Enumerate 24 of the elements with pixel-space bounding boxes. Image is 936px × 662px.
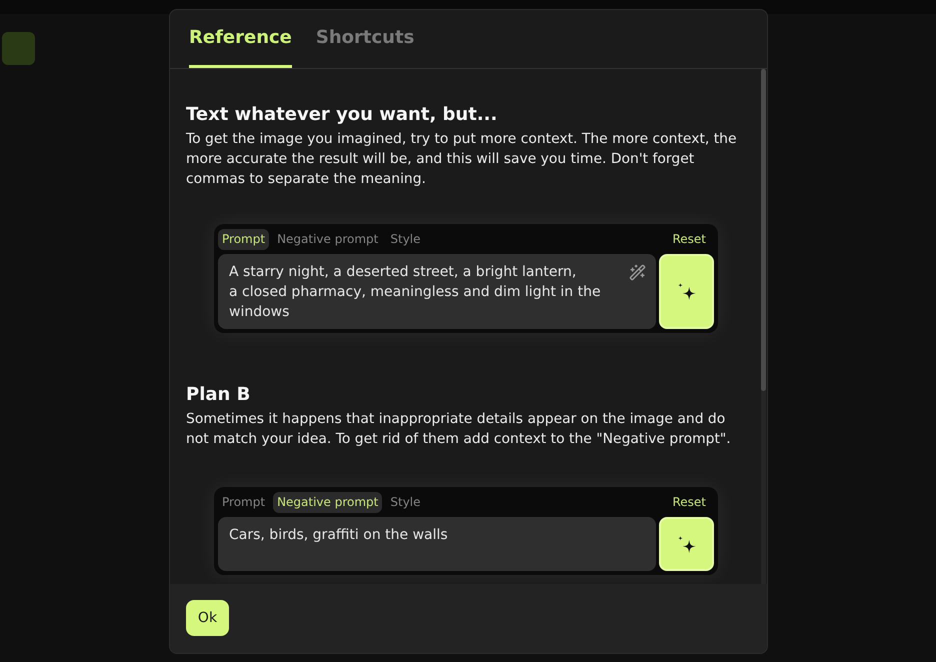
section-heading: Plan B bbox=[186, 383, 250, 407]
generate-button[interactable] bbox=[659, 254, 714, 329]
section-text: Sometimes it happens that inappropriate details appear on the image and do not match your idea. To get rid of them add context to the "Negative prompt". bbox=[186, 410, 732, 449]
ok-button[interactable]: Ok bbox=[186, 600, 229, 636]
dialog-tab[interactable]: Shortcuts bbox=[316, 19, 414, 68]
prompt-tab[interactable]: Prompt bbox=[218, 228, 270, 250]
scrollbar-thumb[interactable] bbox=[761, 69, 766, 391]
prompt-tab[interactable]: Style bbox=[386, 228, 425, 250]
sparkle-icon bbox=[678, 536, 696, 552]
reset-button[interactable]: Reset bbox=[672, 230, 706, 248]
prompt-tab[interactable]: Negative prompt bbox=[273, 228, 382, 250]
prompt-field[interactable]: Cars, birds, graffiti on the walls bbox=[218, 517, 656, 571]
prompt-tab[interactable]: Style bbox=[386, 492, 425, 512]
prompt-field[interactable]: A starry night, a deserted street, a bright lantern, a closed pharmacy, meaningless and dim light in the windows bbox=[218, 254, 656, 329]
prompt-tab[interactable]: Prompt bbox=[218, 492, 270, 512]
prompt-tab[interactable]: Negative prompt bbox=[273, 492, 382, 512]
dialog-tab[interactable]: Reference bbox=[189, 19, 292, 68]
section-heading: Text whatever you want, but... bbox=[186, 103, 498, 127]
sparkle-icon bbox=[678, 283, 696, 300]
reset-button[interactable]: Reset bbox=[672, 493, 706, 511]
toolbar-tile-icon bbox=[2, 32, 35, 65]
magic-wand-icon[interactable] bbox=[629, 264, 646, 281]
section-text: To get the image you imagined, try to put more context. The more context, the more accurate the result will be, and this will save you time. Don't forget commas to separate the meaning. bbox=[186, 130, 738, 189]
generate-button[interactable] bbox=[659, 517, 714, 571]
